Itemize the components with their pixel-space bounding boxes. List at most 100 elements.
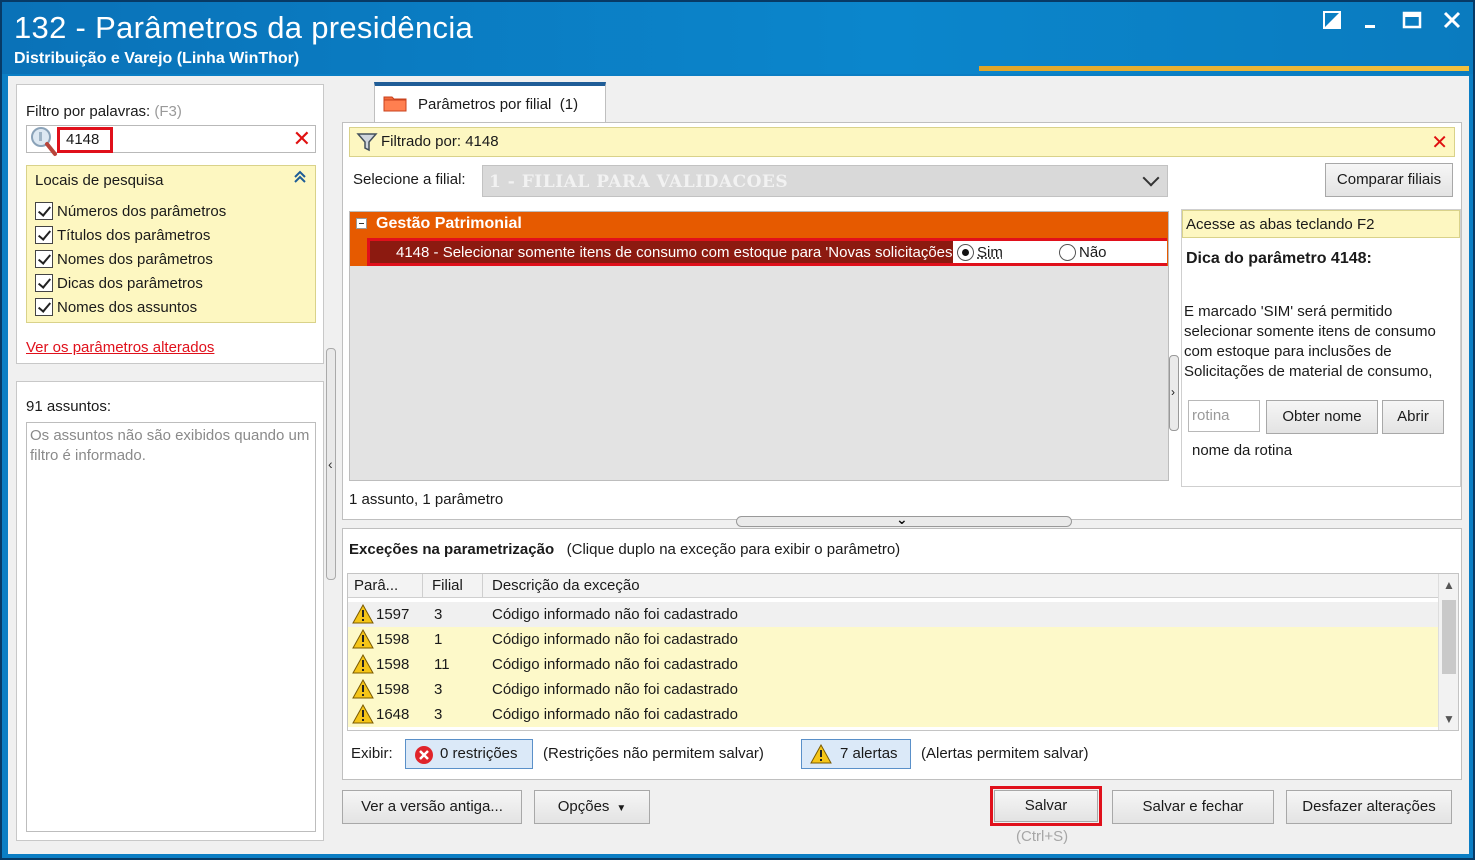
options-label: Opções [557, 798, 610, 815]
rotina-input[interactable]: rotina [1188, 400, 1260, 432]
col-separator [482, 574, 483, 598]
search-value[interactable]: 4148 [57, 127, 113, 153]
exibir-label: Exibir: [351, 745, 393, 762]
radio-sim[interactable]: Sim [957, 244, 1003, 261]
options-button[interactable]: Opções ▼ [534, 790, 650, 824]
col-param[interactable]: Parâ... [354, 577, 398, 594]
table-row[interactable]: 1598 3 Código informado não foi cadastra… [348, 677, 1440, 702]
exceptions-title: Exceções na parametrização [349, 541, 555, 558]
error-icon [415, 746, 433, 764]
altered-params-link[interactable]: Ver os parâmetros alterados [26, 339, 214, 356]
cell-filial: 11 [434, 656, 450, 673]
grid-scrollbar[interactable]: ▲ ▼ [1438, 574, 1458, 730]
alertas-note: (Alertas permitem salvar) [921, 745, 1089, 762]
params-panel: Filtrado por: 4148 ✕ Selecione a filial:… [342, 122, 1462, 520]
option-assuntos[interactable]: Nomes dos assuntos [35, 296, 197, 318]
app-window: 132 - Parâmetros da presidência Distribu… [0, 0, 1475, 860]
table-row[interactable]: 1597 3 Código informado não foi cadastra… [348, 602, 1440, 627]
filter-label-text: Filtro por palavras: [26, 103, 151, 120]
col-descricao[interactable]: Descrição da exceção [492, 577, 640, 594]
cell-param: 1598 [376, 631, 410, 648]
cell-filial: 1 [434, 631, 443, 648]
collapse-up-icon[interactable] [293, 170, 307, 188]
table-row[interactable]: 1598 1 Código informado não foi cadastra… [348, 627, 1440, 652]
rotina-name-label: nome da rotina [1192, 442, 1293, 459]
checkbox-checked-icon[interactable] [35, 202, 53, 220]
param-description: 4148 - Selecionar somente itens de consu… [396, 244, 956, 261]
exceptions-grid: Parâ... Filial Descrição da exceção 1597… [347, 573, 1459, 731]
cell-descricao: Código informado não foi cadastrado [492, 681, 738, 698]
scroll-thumb[interactable] [1442, 600, 1456, 674]
radio-selected-icon[interactable] [957, 244, 974, 261]
radio-nao[interactable]: Não [1059, 244, 1107, 261]
search-icon [29, 125, 59, 157]
option-nomes[interactable]: Nomes dos parâmetros [35, 248, 213, 270]
params-tree: Gestão Patrimonial 4148 - Selecionar som… [349, 211, 1169, 481]
cell-filial: 3 [434, 681, 443, 698]
tip-title: Dica do parâmetro 4148: [1186, 250, 1372, 267]
assuntos-list: Os assuntos não são exibidos quando um f… [26, 422, 316, 832]
maximize-icon[interactable] [1399, 10, 1425, 36]
tip-panel: Acesse as abas teclando F2 Dica do parâm… [1181, 209, 1461, 487]
chevron-left-icon[interactable]: ‹ [328, 456, 333, 472]
option-titulos[interactable]: Títulos dos parâmetros [35, 224, 210, 246]
exceptions-header: Exceções na parametrização (Clique duplo… [349, 541, 900, 558]
minimize-icon[interactable] [1359, 10, 1385, 36]
group-gestao-patrimonial[interactable]: Gestão Patrimonial [350, 212, 1168, 236]
collapse-minus-icon[interactable] [356, 218, 367, 229]
title-bar: 132 - Parâmetros da presidência Distribu… [2, 2, 1473, 74]
filter-shortcut: (F3) [154, 103, 182, 120]
compare-filiais-button[interactable]: Comparar filiais [1325, 163, 1453, 197]
undo-changes-button[interactable]: Desfazer alterações [1286, 790, 1452, 824]
checkbox-checked-icon[interactable] [35, 250, 53, 268]
save-button[interactable]: Salvar [994, 790, 1098, 822]
option-label: Nomes dos parâmetros [57, 250, 213, 268]
table-row[interactable]: 1598 11 Código informado não foi cadastr… [348, 652, 1440, 677]
cell-param: 1598 [376, 681, 410, 698]
abrir-button[interactable]: Abrir [1382, 400, 1444, 434]
table-row[interactable]: 1648 3 Código informado não foi cadastra… [348, 702, 1440, 727]
obter-nome-button[interactable]: Obter nome [1266, 400, 1378, 434]
filial-select[interactable]: 1 - FILIAL PARA VALIDACOES [482, 165, 1168, 197]
assuntos-count: 91 assuntos: [26, 398, 112, 415]
chevron-down-icon[interactable]: ⌄ [896, 511, 908, 528]
filtered-text: Filtrado por: 4148 [381, 133, 499, 150]
title-accent-bar [979, 66, 1469, 71]
tip-text: E marcado 'SIM' será permitido seleciona… [1184, 303, 1436, 380]
checkbox-checked-icon[interactable] [35, 274, 53, 292]
assuntos-panel: 91 assuntos: Os assuntos não são exibido… [16, 381, 324, 841]
scroll-up-icon[interactable]: ▲ [1443, 578, 1455, 592]
cell-param: 1648 [376, 706, 410, 723]
param-row-4148[interactable]: 4148 - Selecionar somente itens de consu… [350, 236, 1168, 266]
search-input[interactable]: 4148 ✕ [26, 125, 316, 156]
chevron-down-icon[interactable] [1142, 169, 1160, 187]
restore-layout-icon[interactable] [1319, 10, 1345, 36]
warning-icon [352, 654, 374, 674]
checkbox-checked-icon[interactable] [35, 298, 53, 316]
param-radio-group: Sim Não [953, 241, 1167, 263]
tab-count: (1) [559, 96, 579, 113]
checkbox-checked-icon[interactable] [35, 226, 53, 244]
warning-icon [352, 704, 374, 724]
option-numeros[interactable]: Números dos parâmetros [35, 200, 226, 222]
cell-descricao: Código informado não foi cadastrado [492, 606, 738, 623]
tip-hint: Acesse as abas teclando F2 [1182, 210, 1460, 238]
restricoes-button[interactable]: 0 restrições [405, 739, 533, 769]
tab-parametros-filial[interactable]: Parâmetros por filial (1) [374, 82, 606, 122]
old-version-button[interactable]: Ver a versão antiga... [342, 790, 522, 824]
search-locations-title: Locais de pesquisa [35, 172, 164, 189]
clear-filter-icon[interactable]: ✕ [1431, 130, 1448, 155]
close-icon[interactable] [1439, 10, 1465, 36]
alertas-button[interactable]: 7 alertas [801, 739, 911, 769]
chevron-right-icon[interactable]: › [1171, 385, 1175, 399]
exceptions-panel: Exceções na parametrização (Clique duplo… [342, 528, 1462, 780]
window-subtitle: Distribuição e Varejo (Linha WinThor) [14, 50, 300, 67]
clear-search-icon[interactable]: ✕ [293, 127, 311, 151]
col-filial[interactable]: Filial [432, 577, 463, 594]
cell-descricao: Código informado não foi cadastrado [492, 706, 738, 723]
save-close-button[interactable]: Salvar e fechar [1112, 790, 1274, 824]
radio-unselected-icon[interactable] [1059, 244, 1076, 261]
window-title: 132 - Parâmetros da presidência [14, 10, 474, 45]
scroll-down-icon[interactable]: ▼ [1443, 712, 1455, 726]
option-dicas[interactable]: Dicas dos parâmetros [35, 272, 203, 294]
